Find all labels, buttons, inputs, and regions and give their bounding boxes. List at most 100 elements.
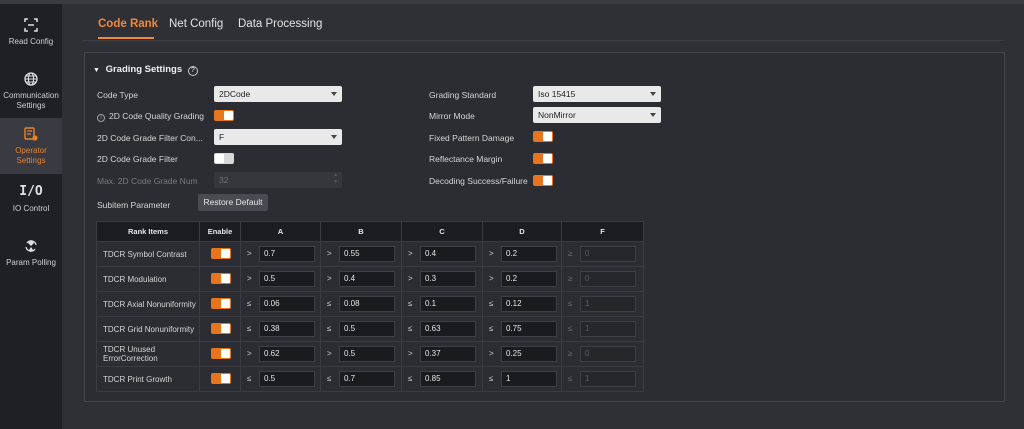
operator-label: > (408, 249, 413, 258)
grade-filter-toggle[interactable] (214, 153, 234, 164)
operator-label: > (408, 349, 413, 358)
enable-toggle[interactable] (211, 248, 231, 259)
collapse-arrow-icon[interactable]: ▼ (93, 67, 100, 74)
max-grade-num-label: Max. 2D Code Grade Num (97, 176, 198, 186)
grade-c-input[interactable]: 0.3 (420, 271, 476, 287)
select-value: NonMirror (538, 110, 576, 120)
operator-label: > (247, 249, 252, 258)
grade-d-cell: ≤1 (482, 366, 562, 392)
enable-toggle[interactable] (211, 273, 231, 284)
input-value: 32 (219, 175, 229, 185)
tab-label: Net Config (169, 18, 224, 30)
toggle-knob (221, 349, 230, 358)
operator-label: ≤ (247, 324, 252, 333)
operator-label: > (489, 274, 494, 283)
grading-standard-select[interactable]: Iso 15415 (533, 86, 661, 102)
grade-a-cell: >0.7 (240, 241, 321, 267)
tab-data-processing[interactable]: Data Processing (238, 18, 322, 30)
grade-b-input[interactable]: 0.55 (339, 246, 395, 262)
enable-cell (199, 266, 241, 292)
enable-toggle[interactable] (211, 373, 231, 384)
grade-d-input[interactable]: 0.12 (501, 296, 557, 312)
sidebar-item-label: Param Polling (6, 258, 56, 267)
grade-a-input[interactable]: 0.7 (259, 246, 315, 262)
grade-a-input[interactable]: 0.38 (259, 321, 315, 337)
table-row: TDCR Symbol Contrast >0.7 >0.55 >0.4 >0.2 ≥0 (96, 241, 644, 267)
grade-c-input[interactable]: 0.63 (420, 321, 476, 337)
operator-label: ≤ (568, 299, 573, 308)
grade-f-cell: ≥0 (561, 341, 644, 367)
grade-b-input[interactable]: 0.7 (339, 371, 395, 387)
section-header[interactable]: ▼ Grading Settings ? (93, 64, 198, 76)
max-grade-num-input: 32 ▲ ▼ (214, 172, 342, 188)
reflectance-margin-toggle[interactable] (533, 153, 553, 164)
grade-d-input[interactable]: 0.2 (501, 271, 557, 287)
toggle-knob (543, 132, 552, 141)
grade-d-input[interactable]: 0.2 (501, 246, 557, 262)
grade-a-input[interactable]: 0.06 (259, 296, 315, 312)
sidebar-item-read-config[interactable]: Read Config (0, 10, 62, 60)
tab-code-rank[interactable]: Code Rank (98, 18, 158, 30)
grade-b-cell: >0.55 (320, 241, 402, 267)
grade-a-input[interactable]: 0.62 (259, 346, 315, 362)
chevron-down-icon (331, 92, 337, 96)
grade-a-input[interactable]: 0.5 (259, 371, 315, 387)
operator-label: > (408, 274, 413, 283)
enable-toggle[interactable] (211, 298, 231, 309)
grade-f-input: 1 (580, 371, 636, 387)
grade-d-input[interactable]: 0.25 (501, 346, 557, 362)
quality-grading-toggle[interactable] (214, 110, 234, 121)
grade-b-cell: ≤0.08 (320, 291, 402, 317)
help-icon[interactable]: ? (187, 66, 198, 76)
grade-b-cell: ≤0.7 (320, 366, 402, 392)
operator-label: ≤ (489, 374, 494, 383)
operator-label: ≤ (568, 374, 573, 383)
enable-toggle[interactable] (211, 323, 231, 334)
grade-b-input[interactable]: 0.08 (339, 296, 395, 312)
subitem-parameter-label: Subitem Parameter (97, 200, 171, 210)
fixed-pattern-damage-toggle[interactable] (533, 131, 553, 142)
grading-standard-label: Grading Standard (429, 90, 497, 100)
grade-b-input[interactable]: 0.5 (339, 321, 395, 337)
grade-c-input[interactable]: 0.1 (420, 296, 476, 312)
grade-f-cell: ≤1 (561, 291, 644, 317)
rank-item-name: TDCR Axial Nonuniformity (96, 291, 200, 317)
grade-d-cell: >0.2 (482, 241, 562, 267)
grade-c-input[interactable]: 0.4 (420, 246, 476, 262)
grade-c-input[interactable]: 0.37 (420, 346, 476, 362)
operator-label: ≤ (408, 324, 413, 333)
grade-filter-condition-select[interactable]: F (214, 129, 342, 145)
operator-label: ≤ (489, 299, 494, 308)
globe-icon (24, 72, 38, 86)
grade-d-input[interactable]: 1 (501, 371, 557, 387)
grade-a-cell: ≤0.5 (240, 366, 321, 392)
mirror-mode-select[interactable]: NonMirror (533, 107, 661, 123)
main-area: Code Rank Net Config Data Processing ▼ G… (62, 4, 1024, 429)
grade-a-input[interactable]: 0.5 (259, 271, 315, 287)
sidebar-item-io-control[interactable]: I/O IO Control (0, 180, 62, 224)
decoding-success-toggle[interactable] (533, 175, 553, 186)
sidebar-item-operator-settings[interactable]: Operator Settings (0, 118, 62, 174)
scan-frame-icon (24, 18, 38, 32)
rank-item-name: TDCR Grid Nonuniformity (96, 316, 200, 342)
grade-b-input[interactable]: 0.5 (339, 346, 395, 362)
grade-b-input[interactable]: 0.4 (339, 271, 395, 287)
sidebar-item-label: Read Config (8, 37, 54, 46)
grade-c-cell: >0.37 (401, 341, 483, 367)
mirror-mode-label: Mirror Mode (429, 111, 475, 121)
sidebar-item-communication-settings[interactable]: Communication Settings (0, 66, 62, 118)
grade-c-cell: ≤0.1 (401, 291, 483, 317)
grade-d-input[interactable]: 0.75 (501, 321, 557, 337)
tab-divider (82, 40, 1004, 41)
fixed-pattern-damage-label: Fixed Pattern Damage (429, 133, 515, 143)
tab-net-config[interactable]: Net Config (169, 18, 223, 30)
grade-c-input[interactable]: 0.85 (420, 371, 476, 387)
io-icon: I/O (19, 184, 43, 199)
code-type-select[interactable]: 2DCode (214, 86, 342, 102)
reflectance-margin-label: Reflectance Margin (429, 154, 503, 164)
enable-toggle[interactable] (211, 348, 231, 359)
rank-item-name: TDCR Symbol Contrast (96, 241, 200, 267)
table-row: TDCR Grid Nonuniformity ≤0.38 ≤0.5 ≤0.63 ≤0.… (96, 316, 644, 342)
sidebar-item-param-polling[interactable]: Param Polling (0, 234, 62, 278)
restore-default-button[interactable]: Restore Default (198, 194, 268, 211)
